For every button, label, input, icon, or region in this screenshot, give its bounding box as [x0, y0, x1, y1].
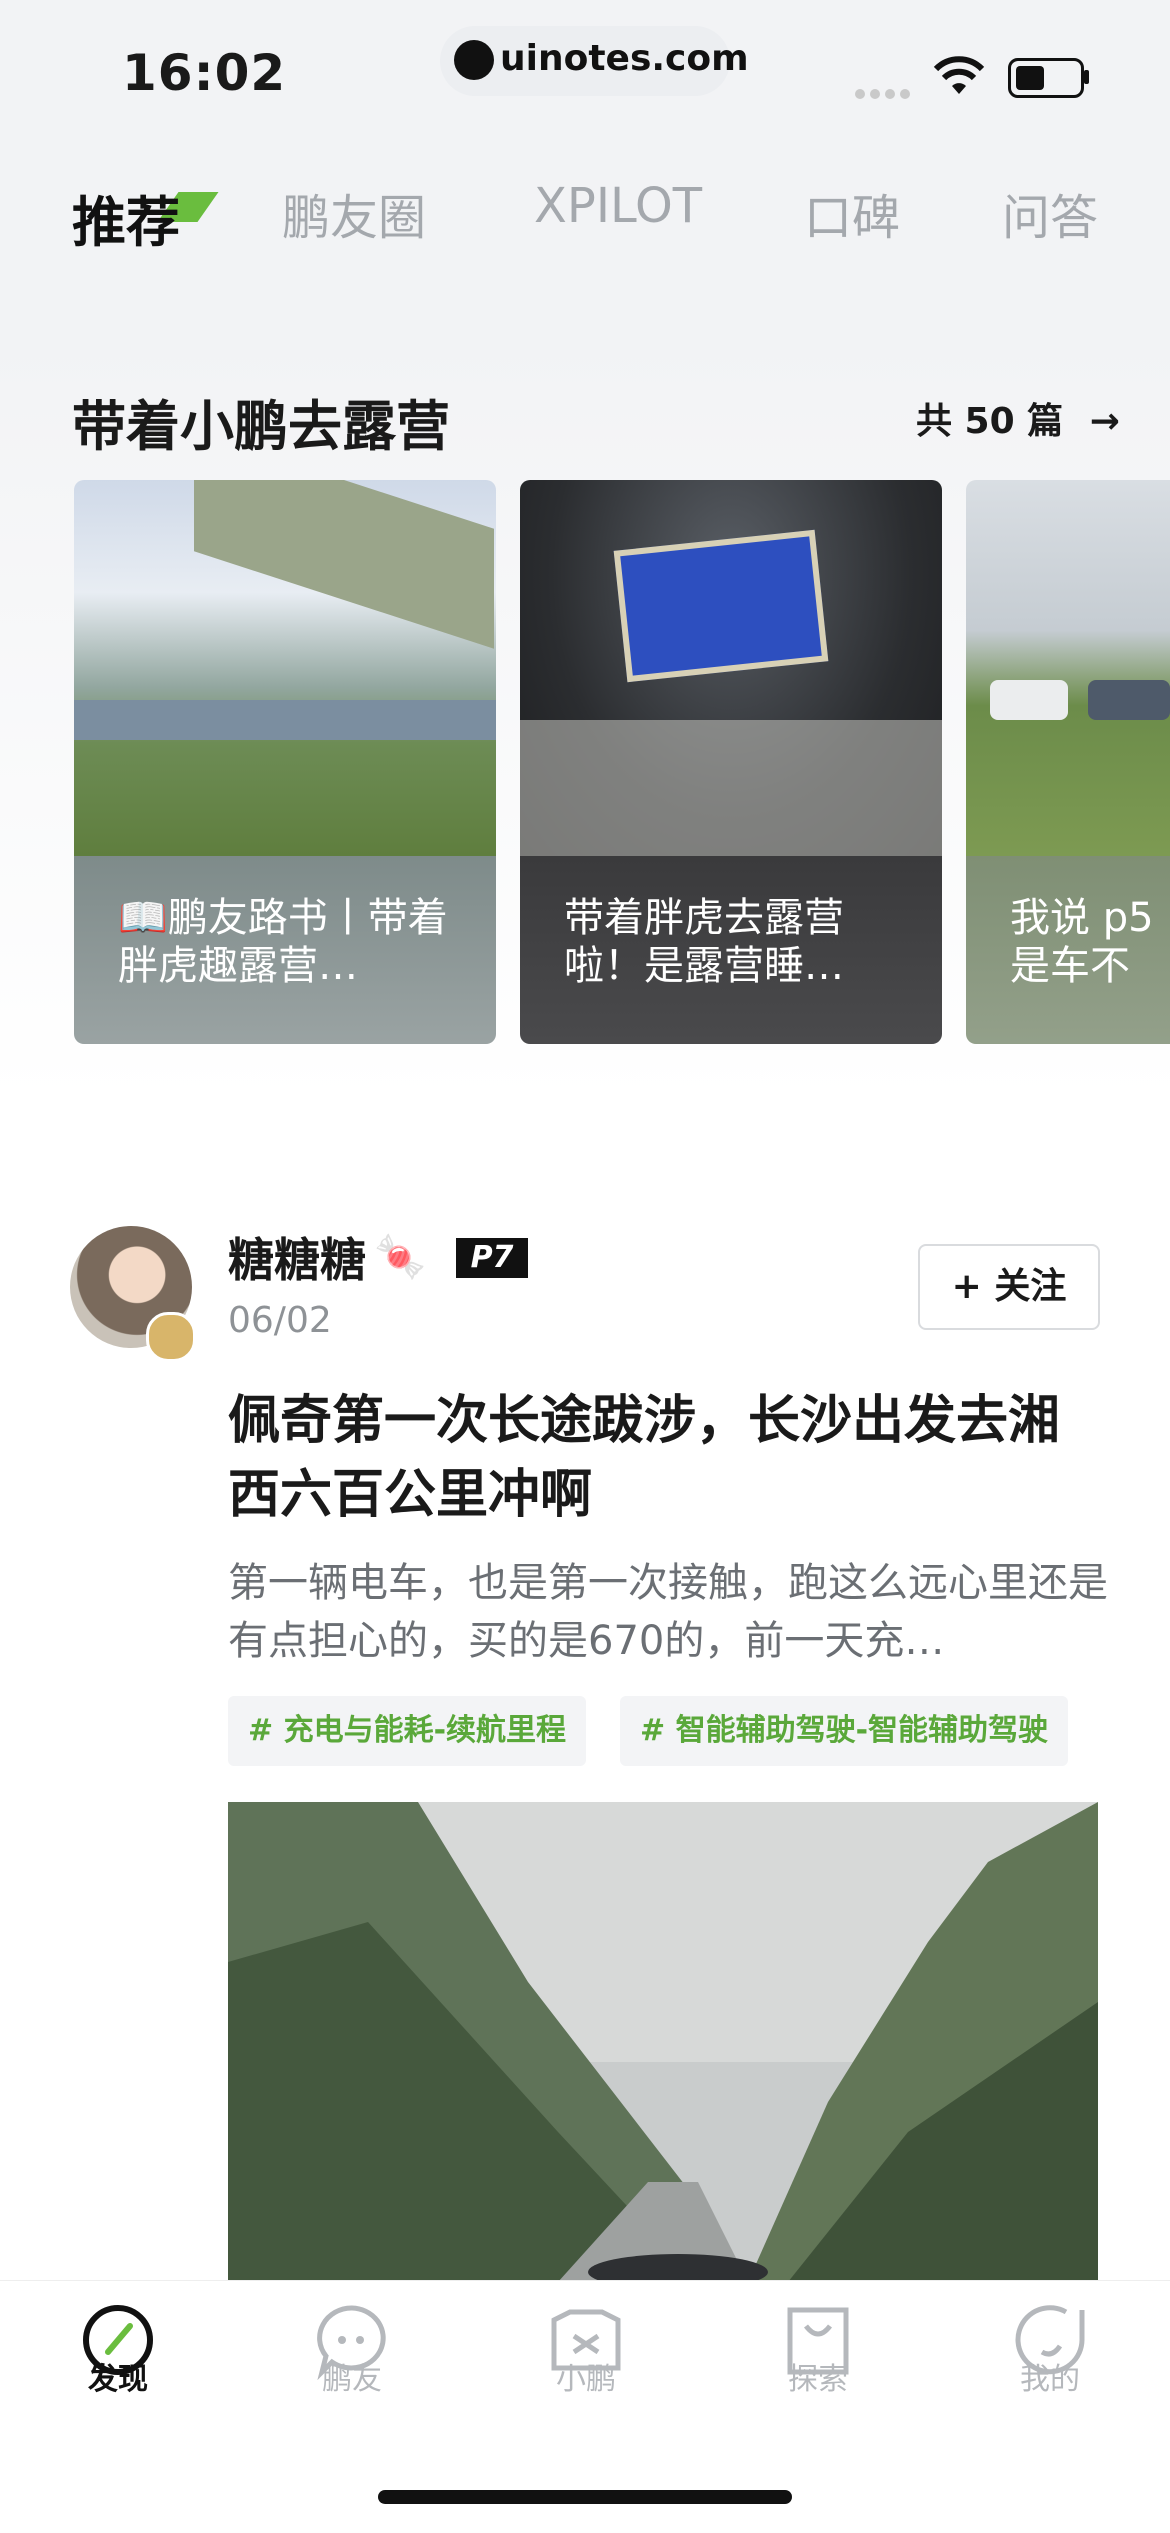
nav-label-friends: 鹏友: [322, 2362, 382, 2397]
topic-count-label: 共 50 篇: [916, 401, 1064, 442]
nav-label-discover: 发现: [88, 2362, 148, 2397]
author-name[interactable]: 糖糖糖: [228, 1224, 366, 1290]
tab-recommend[interactable]: 推荐: [72, 178, 180, 257]
home-indicator[interactable]: [378, 2490, 792, 2504]
card-caption: 带着胖虎去露营啦！是露营睡…: [564, 895, 844, 989]
card-image-car-interior: [520, 480, 942, 856]
follow-button[interactable]: + 关注: [918, 1244, 1100, 1330]
tab-xpilot[interactable]: XPILOT: [534, 178, 702, 234]
cellular-signal-icon: [855, 84, 915, 103]
post-date: 06/02: [228, 1300, 332, 1341]
mountain-road-photo: [228, 1802, 1098, 2282]
car-model-badge: P7: [456, 1238, 528, 1278]
topic-card[interactable]: 📖鹏友路书丨带着胖虎趣露营…: [74, 480, 496, 1044]
nav-label-profile: 我的: [1020, 2362, 1080, 2397]
tab-friends-circle[interactable]: 鹏友圈: [282, 178, 426, 248]
site-icon: [454, 40, 494, 80]
post-title[interactable]: 佩奇第一次长途跋涉，长沙出发去湘西六百公里冲啊: [228, 1384, 1108, 1532]
tab-reviews[interactable]: 口碑: [804, 178, 900, 248]
battery-cap: [1084, 70, 1089, 84]
post-tag[interactable]: # 充电与能耗-续航里程: [228, 1696, 587, 1766]
nav-label-explore: 探索: [788, 2362, 848, 2397]
avatar-badge-icon: [146, 1312, 196, 1362]
status-time: 16:02: [122, 44, 287, 102]
candy-icon: 🍬: [374, 1232, 427, 1281]
card-caption: 我说 p5 是车不过分: [1010, 895, 1154, 989]
arrow-right-icon: →: [1089, 401, 1120, 442]
topic-title: 带着小鹏去露营: [72, 395, 450, 458]
topic-count-link[interactable]: 共 50 篇 →: [916, 392, 1120, 444]
post-tag[interactable]: # 智能辅助驾驶-智能辅助驾驶: [620, 1696, 1069, 1766]
tab-qa[interactable]: 问答: [1002, 178, 1098, 248]
wifi-icon: [933, 56, 985, 94]
topic-card[interactable]: 我说 p5 是车不过分: [966, 480, 1170, 1044]
post-image[interactable]: [228, 1802, 1098, 2282]
card-caption: 📖鹏友路书丨带着胖虎趣露营…: [118, 895, 448, 989]
nav-label-xpeng: 小鹏: [556, 2362, 616, 2397]
battery-level: [1016, 66, 1044, 90]
card-image-campsite: [74, 480, 496, 856]
post-excerpt[interactable]: 第一辆电车，也是第一次接触，跑这么远心里还是有点担心的，买的是670的，前一天充…: [228, 1554, 1108, 1670]
card-image-field: [966, 480, 1170, 856]
topic-card[interactable]: 带着胖虎去露营啦！是露营睡…: [520, 480, 942, 1044]
url-text: uinotes.com: [500, 38, 749, 79]
